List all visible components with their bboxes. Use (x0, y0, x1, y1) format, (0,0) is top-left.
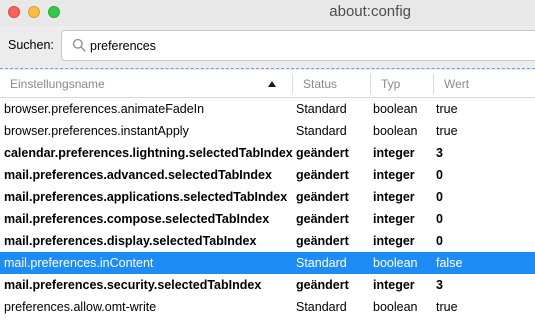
pref-name: browser.preferences.animateFadeIn (4, 102, 205, 116)
table-row[interactable]: mail.preferences.security.selectedTabInd… (0, 274, 535, 296)
pref-status: geändert (296, 212, 349, 226)
pref-status: geändert (296, 234, 349, 248)
table-row[interactable]: calendar.preferences.lightning.selectedT… (0, 142, 535, 164)
pref-name: mail.preferences.applications.selectedTa… (4, 190, 288, 204)
table-row[interactable]: browser.preferences.animateFadeIn Standa… (0, 98, 535, 120)
pref-value: true (436, 300, 458, 314)
title-bar[interactable]: about:config (0, 0, 535, 26)
minimize-window-button[interactable] (28, 6, 40, 18)
pref-name: mail.preferences.compose.selectedTabInde… (4, 212, 270, 226)
pref-status: geändert (296, 190, 349, 204)
pref-value: 0 (436, 168, 443, 182)
pref-type: integer (373, 146, 415, 160)
pref-type: boolean (373, 124, 418, 138)
column-header-value[interactable]: Wert (444, 77, 469, 91)
pref-type: integer (373, 278, 415, 292)
pref-value: false (436, 256, 463, 270)
about-config-window: about:config Suchen: Einstellungsname St… (0, 0, 535, 332)
pref-type: integer (373, 212, 415, 226)
pref-type: boolean (373, 102, 418, 116)
table-row[interactable]: browser.preferences.instantApply Standar… (0, 120, 535, 142)
pref-name: browser.preferences.instantApply (4, 124, 189, 138)
window-title: about:config (329, 3, 411, 20)
search-box[interactable] (61, 30, 535, 61)
pref-value: 0 (436, 212, 443, 226)
pref-name: mail.preferences.inContent (4, 256, 154, 270)
close-window-button[interactable] (8, 6, 20, 18)
table-row[interactable]: mail.preferences.compose.selectedTabInde… (0, 208, 535, 230)
pref-name: mail.preferences.display.selectedTabInde… (4, 234, 257, 248)
pref-name: mail.preferences.advanced.selectedTabInd… (4, 168, 272, 182)
pref-value: 3 (436, 146, 443, 160)
pref-status: geändert (296, 146, 349, 160)
pref-value: 0 (436, 234, 443, 248)
column-header-name[interactable]: Einstellungsname (10, 77, 105, 91)
table-row[interactable]: mail.preferences.applications.selectedTa… (0, 186, 535, 208)
pref-status: Standard (296, 300, 347, 314)
pref-value: 0 (436, 190, 443, 204)
sort-ascending-icon[interactable] (268, 81, 276, 87)
pref-type: boolean (373, 300, 418, 314)
pref-name: preferences.allow.omt-write (4, 300, 157, 314)
pref-name: calendar.preferences.lightning.selectedT… (4, 146, 293, 160)
column-header-status[interactable]: Status (303, 77, 337, 91)
table-row[interactable]: mail.preferences.display.selectedTabInde… (0, 230, 535, 252)
maximize-window-button[interactable] (48, 6, 60, 18)
pref-value: true (436, 102, 458, 116)
pref-type: integer (373, 234, 415, 248)
column-divider[interactable] (370, 74, 371, 94)
table-row[interactable]: preferences.allow.omt-write Standard boo… (0, 296, 535, 318)
search-bar: Suchen: (0, 26, 535, 66)
table-header: Einstellungsname Status Typ Wert (0, 70, 535, 98)
pref-value: true (436, 124, 458, 138)
pref-status: Standard (296, 256, 347, 270)
pref-status: geändert (296, 278, 349, 292)
focus-divider (0, 68, 535, 69)
pref-value: 3 (436, 278, 443, 292)
table-row-selected[interactable]: mail.preferences.inContent Standard bool… (0, 252, 535, 274)
pref-status: Standard (296, 102, 347, 116)
search-input[interactable] (90, 37, 510, 55)
pref-status: geändert (296, 168, 349, 182)
table-row[interactable]: mail.preferences.advanced.selectedTabInd… (0, 164, 535, 186)
preferences-table: Einstellungsname Status Typ Wert browser… (0, 70, 535, 332)
pref-type: integer (373, 168, 415, 182)
pref-type: integer (373, 190, 415, 204)
column-divider[interactable] (292, 74, 293, 94)
column-header-type[interactable]: Typ (381, 77, 400, 91)
pref-status: Standard (296, 124, 347, 138)
pref-name: mail.preferences.security.selectedTabInd… (4, 278, 262, 292)
search-icon (72, 38, 86, 52)
search-label: Suchen: (8, 38, 54, 52)
column-divider[interactable] (433, 74, 434, 94)
pref-type: boolean (373, 256, 418, 270)
